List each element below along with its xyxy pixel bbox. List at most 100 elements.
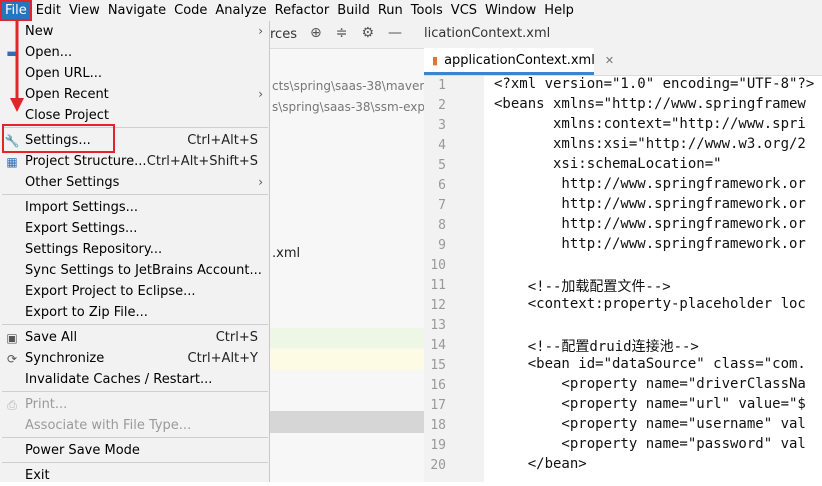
refresh-icon: ⟳ (6, 352, 18, 366)
menu-view[interactable]: View (65, 0, 104, 21)
menu-navigate[interactable]: Navigate (104, 0, 170, 21)
tree-row-selected (270, 411, 424, 433)
close-icon[interactable]: ✕ (605, 54, 614, 67)
line-number: 12 (430, 298, 446, 313)
code-line: <!--加载配置文件--> (494, 279, 671, 295)
menu-item-settings-repository[interactable]: Settings Repository... (0, 239, 269, 260)
line-number: 1 (438, 78, 446, 93)
line-number: 15 (430, 358, 446, 373)
project-path-row[interactable]: cts\spring\saas-38\maven (272, 79, 424, 93)
project-file-row[interactable]: .xml (272, 246, 424, 261)
editor-tab-bar: ▮ applicationContext.xml ✕ (424, 48, 822, 76)
code-line: <beans xmlns="http://www.springframew (494, 96, 806, 112)
menu-separator (2, 391, 268, 392)
printer-icon: ⎙ (7, 398, 17, 412)
code-line: <context:property-placeholder loc (494, 296, 806, 312)
menu-item-power-save[interactable]: Power Save Mode (0, 440, 269, 461)
code-line: <!--配置druid连接池--> (494, 339, 699, 355)
line-number: 20 (430, 458, 446, 473)
line-number: 3 (438, 118, 446, 133)
menu-item-open-url[interactable]: Open URL... (0, 63, 269, 84)
menu-item-close-project[interactable]: Close Project (0, 105, 269, 126)
menu-analyze[interactable]: Analyze (211, 0, 270, 21)
menu-item-other-settings[interactable]: Other Settings › (0, 172, 269, 193)
menu-build[interactable]: Build (333, 0, 374, 21)
line-number: 16 (430, 378, 446, 393)
code-line: http://www.springframework.or (494, 196, 806, 212)
file-menu-dropdown: New › ▬ Open... Open URL... Open Recent … (0, 21, 270, 483)
code-line: xmlns:xsi="http://www.w3.org/2 (494, 136, 806, 152)
breadcrumb-resources[interactable]: rces (270, 27, 297, 42)
tree-row-highlight (270, 328, 424, 348)
menu-item-synchronize[interactable]: ⟳ Synchronize Ctrl+Alt+Y (0, 348, 269, 369)
hide-icon[interactable]: — (388, 25, 416, 41)
line-number: 18 (430, 418, 446, 433)
menu-vcs[interactable]: VCS (447, 0, 481, 21)
menu-item-open[interactable]: ▬ Open... (0, 42, 269, 63)
line-number: 5 (438, 158, 446, 173)
code-line: http://www.springframework.or (494, 176, 806, 192)
menu-run[interactable]: Run (374, 0, 407, 21)
menu-refactor[interactable]: Refactor (271, 0, 334, 21)
code-line: http://www.springframework.or (494, 236, 806, 252)
menu-item-invalidate-caches[interactable]: Invalidate Caches / Restart... (0, 369, 269, 390)
menu-code[interactable]: Code (170, 0, 211, 21)
menu-item-open-recent[interactable]: Open Recent › (0, 84, 269, 105)
menu-help[interactable]: Help (540, 0, 578, 21)
code-editor[interactable]: <?xml version="1.0" encoding="UTF-8"?> <… (484, 76, 822, 482)
code-line: </bean> (494, 456, 587, 472)
xml-file-icon: ▮ (432, 53, 439, 67)
code-line: <property name="driverClassNa (494, 376, 806, 392)
code-line: <property name="password" val (494, 436, 806, 452)
project-structure-icon: ▦ (6, 155, 18, 169)
menu-item-import-settings[interactable]: Import Settings... (0, 197, 269, 218)
collapse-all-icon[interactable]: ≑ (336, 25, 362, 41)
menu-item-save-all[interactable]: ▣ Save All Ctrl+S (0, 327, 269, 348)
menu-window[interactable]: Window (481, 0, 540, 21)
line-number: 11 (430, 278, 446, 293)
menu-item-exit[interactable]: Exit (0, 465, 269, 486)
line-number: 10 (430, 258, 446, 273)
code-line: <property name="url" value="$ (494, 396, 806, 412)
project-path-row[interactable]: s\spring\saas-38\ssm-exp (272, 100, 424, 114)
line-number-gutter: 1 2 3 4 5 6 7 8 9 10 11 12 13 14 15 16 1… (424, 76, 484, 482)
line-number: 17 (430, 398, 446, 413)
menu-item-sync-settings[interactable]: Sync Settings to JetBrains Account... (0, 260, 269, 281)
chevron-right-icon: › (258, 175, 263, 189)
menu-separator (2, 437, 268, 438)
chevron-right-icon: › (258, 24, 263, 38)
menu-item-associate-file-type[interactable]: Associate with File Type... (0, 415, 269, 436)
menu-item-export-settings[interactable]: Export Settings... (0, 218, 269, 239)
menu-separator (2, 324, 268, 325)
line-number: 14 (430, 338, 446, 353)
line-number: 7 (438, 198, 446, 213)
code-line: <?xml version="1.0" encoding="UTF-8"?> (494, 76, 815, 92)
menu-item-export-eclipse[interactable]: Export Project to Eclipse... (0, 281, 269, 302)
tree-row-highlight (270, 349, 424, 370)
menu-edit[interactable]: Edit (32, 0, 65, 21)
chevron-right-icon: › (258, 87, 263, 101)
menu-item-project-structure[interactable]: ▦ Project Structure... Ctrl+Alt+Shift+S (0, 151, 269, 172)
code-line: http://www.springframework.or (494, 216, 806, 232)
line-number: 9 (438, 238, 446, 253)
line-number: 8 (438, 218, 446, 233)
menu-separator (2, 194, 268, 195)
settings-gear-icon[interactable]: ⚙ (361, 25, 388, 41)
menu-tools[interactable]: Tools (407, 0, 447, 21)
save-icon: ▣ (6, 331, 18, 345)
locate-icon[interactable]: ⊕ (310, 25, 336, 41)
menu-item-print[interactable]: ⎙ Print... (0, 394, 269, 415)
menu-item-new[interactable]: New › (0, 21, 269, 42)
annotation-arrow (10, 20, 24, 112)
line-number: 2 (438, 98, 446, 113)
line-number: 13 (430, 318, 446, 333)
menu-item-export-zip[interactable]: Export to Zip File... (0, 302, 269, 323)
tab-application-context[interactable]: ▮ applicationContext.xml ✕ (424, 48, 614, 75)
menu-separator (2, 462, 268, 463)
code-line: <property name="username" val (494, 416, 806, 432)
tab-label: applicationContext.xml (444, 52, 595, 68)
line-number: 4 (438, 138, 446, 153)
code-line: xmlns:context="http://www.spri (494, 116, 806, 132)
line-number: 19 (430, 438, 446, 453)
code-line: xsi:schemaLocation=" (494, 156, 722, 172)
